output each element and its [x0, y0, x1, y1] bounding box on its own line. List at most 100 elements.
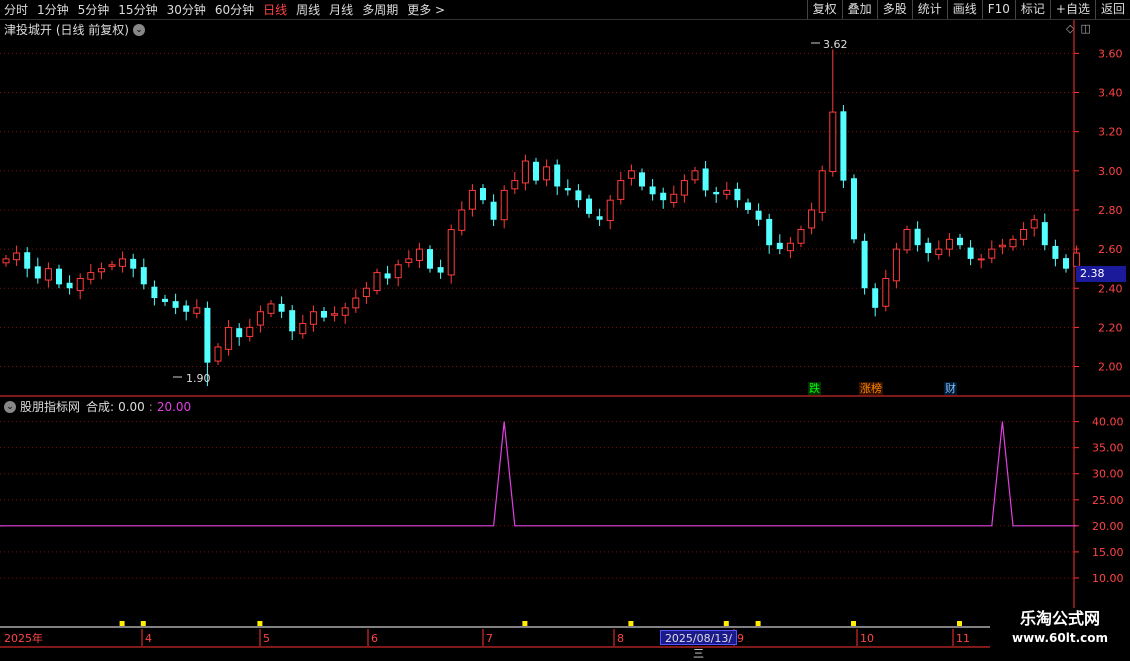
- candle-body-36: [384, 273, 391, 279]
- candle-body-84: [892, 248, 900, 282]
- watermark-title: 乐淘公式网: [1019, 609, 1100, 628]
- candle-body-6: [66, 282, 73, 289]
- candle-body-69: [734, 188, 741, 201]
- event-marker-ranking[interactable]: 涨榜: [859, 382, 883, 395]
- event-marker-finance[interactable]: 财: [944, 382, 957, 395]
- candle-body-39: [415, 248, 423, 261]
- candle-body-99: [1052, 245, 1059, 259]
- candle-body-100: [1063, 258, 1069, 269]
- price-tick-label-1: 3.40: [1098, 87, 1123, 100]
- candle-body-48: [511, 180, 519, 190]
- candle-body-16: [172, 301, 179, 308]
- candle-body-56: [596, 216, 603, 220]
- candle-body-54: [575, 190, 582, 201]
- low-annotation: 1.90: [173, 372, 211, 385]
- candle-body-5: [56, 268, 62, 285]
- high-annotation: 3.62: [811, 38, 848, 51]
- time-label-7: 10: [860, 632, 874, 645]
- candle-body-92: [977, 258, 985, 261]
- candle-body-52: [554, 164, 561, 187]
- candle-body-51: [543, 166, 551, 181]
- candle-body-55: [586, 198, 592, 214]
- ind-tick-label-5: 15.00: [1092, 546, 1124, 559]
- candle-body-53: [564, 188, 571, 191]
- time-marker-4: [628, 621, 634, 626]
- candle-body-58: [617, 180, 625, 200]
- candle-body-26: [278, 303, 285, 312]
- candle-body-80: [851, 178, 857, 240]
- time-marker-8: [957, 621, 962, 626]
- candle-body-77: [818, 170, 826, 213]
- candle-body-89: [945, 238, 953, 250]
- time-marker-2: [257, 621, 263, 626]
- candle-body-83: [882, 277, 890, 307]
- candle-body-34: [362, 287, 370, 297]
- candle-body-38: [405, 258, 413, 263]
- time-marker-5: [723, 621, 729, 626]
- time-marker-6: [755, 621, 761, 626]
- candle-body-17: [183, 305, 190, 312]
- time-label-6: 9: [737, 632, 744, 645]
- candle-body-81: [861, 240, 868, 289]
- cursor-date: 2025/08/13/三: [660, 630, 737, 660]
- price-tick-label-0: 3.60: [1098, 47, 1123, 60]
- candle-body-32: [341, 307, 349, 316]
- candle-body-41: [437, 267, 444, 273]
- price-tick-label-3: 3.00: [1098, 165, 1123, 178]
- candle-body-12: [130, 258, 137, 269]
- candle-body-31: [331, 313, 339, 316]
- time-label-8: 11: [956, 632, 970, 645]
- candle-body-46: [490, 201, 497, 220]
- candle-body-64: [680, 180, 688, 196]
- candle-body-88: [935, 248, 943, 256]
- candle-body-76: [808, 209, 816, 229]
- candle-body-78: [829, 111, 837, 173]
- candle-body-37: [394, 264, 402, 279]
- candle-body-20: [214, 346, 222, 362]
- ind-tick-label-2: 30.00: [1092, 468, 1124, 481]
- ind-tick-label-6: 10.00: [1092, 572, 1124, 585]
- candle-body-87: [925, 242, 932, 254]
- candle-body-45: [480, 188, 486, 201]
- candle-body-91: [967, 247, 974, 259]
- ind-tick-label-1: 35.00: [1092, 442, 1124, 455]
- candle-body-3: [34, 266, 41, 279]
- candle-body-95: [1009, 238, 1017, 248]
- ind-tick-label-3: 25.00: [1092, 494, 1124, 507]
- candle-body-40: [427, 249, 433, 269]
- candle-body-43: [458, 209, 466, 231]
- time-marker-7: [851, 621, 856, 626]
- ind-tick-label-4: 20.00: [1092, 520, 1124, 533]
- time-label-4: 7: [486, 632, 493, 645]
- candle-body-28: [299, 322, 307, 335]
- watermark: 乐淘公式网 www.60lt.com: [990, 608, 1130, 650]
- kline-chart[interactable]: 40.0035.0030.0025.0020.0015.0010.00 3.60…: [0, 0, 1130, 650]
- candle-body-67: [713, 191, 720, 195]
- indicator-label: 合成:: [86, 400, 115, 414]
- time-marker-1: [140, 621, 146, 626]
- chevron-down-icon[interactable]: ⌄: [4, 400, 16, 413]
- candle-body-94: [998, 244, 1006, 248]
- indicator-value-1: 0.00: [118, 399, 145, 414]
- ind-tick-label-0: 40.00: [1092, 416, 1124, 429]
- event-marker-drop[interactable]: 跌: [808, 382, 821, 395]
- candle-body-13: [140, 267, 147, 285]
- candle-body-11: [119, 258, 127, 267]
- price-tick-label-4: 2.80: [1098, 204, 1123, 217]
- indicator-separator: :: [148, 399, 153, 414]
- candle-body-33: [352, 297, 360, 309]
- candle-body-14: [151, 286, 158, 299]
- candle-body-8: [87, 272, 95, 280]
- candle-body-71: [755, 210, 762, 220]
- time-label-1: 4: [145, 632, 152, 645]
- candle-body-79: [840, 111, 847, 181]
- candle-body-62: [660, 192, 667, 201]
- candle-body-0: [2, 258, 10, 264]
- time-label-3: 6: [371, 632, 378, 645]
- candle-body-74: [786, 242, 794, 252]
- candle-body-44: [468, 189, 476, 210]
- candle-body-24: [256, 311, 264, 326]
- candle-body-101: [1073, 252, 1081, 267]
- time-marker-0: [119, 621, 125, 626]
- price-tick-label-2: 3.20: [1098, 126, 1123, 139]
